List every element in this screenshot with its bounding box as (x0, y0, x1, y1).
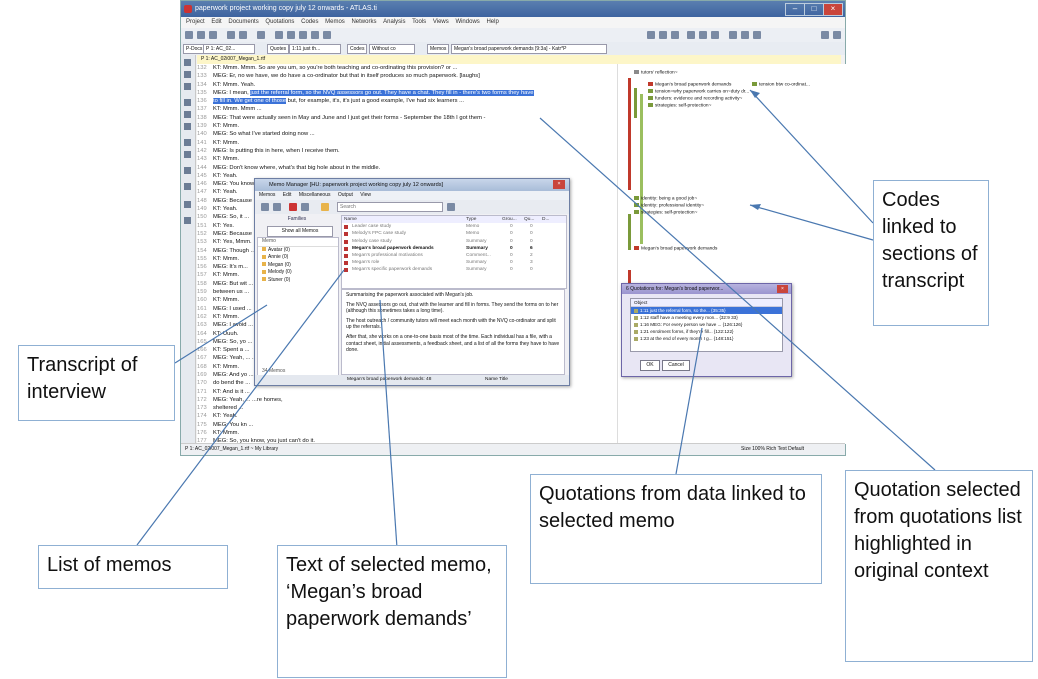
leader-line-transcript (174, 304, 268, 364)
leader-line-codes-2 (749, 204, 874, 241)
callout-codes: Codes linked to sections of transcript (873, 180, 989, 326)
leader-line-memo-text (379, 299, 398, 549)
leader-line-codes-1 (749, 89, 874, 224)
callout-memo-text: Text of selected memo, ‘Megan’s broad pa… (277, 545, 507, 678)
callout-memos: List of memos (38, 545, 228, 589)
arrowhead (750, 204, 761, 210)
callout-transcript: Transcript of interview (18, 345, 175, 421)
arrowhead (750, 90, 760, 98)
callout-quotation-selected: Quotation selected from quotations list … (845, 470, 1033, 662)
callout-quotations: Quotations from data linked to selected … (530, 474, 822, 584)
leader-line-quotations (675, 327, 703, 475)
